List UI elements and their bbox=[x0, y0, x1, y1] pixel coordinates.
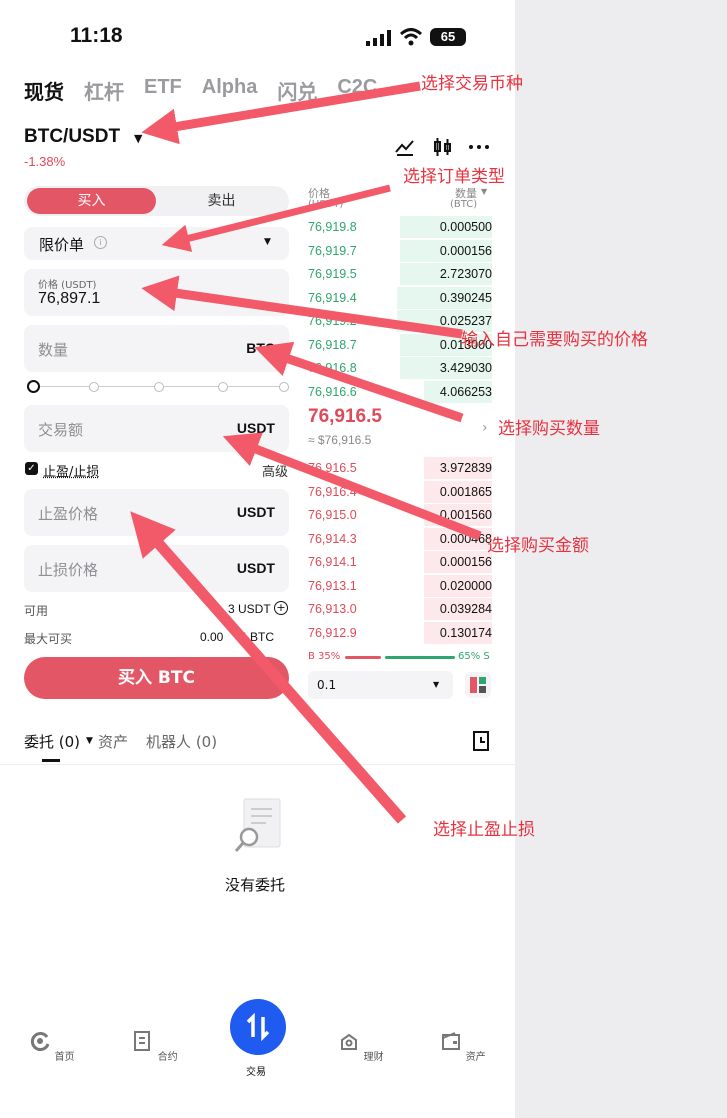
arrow-pair bbox=[141, 81, 421, 145]
annotation-price: 输入自己需要购买的价格 bbox=[461, 330, 648, 350]
annotation-tpsl: 选择止盈止损 bbox=[433, 820, 535, 840]
annotation-arrows bbox=[130, 81, 482, 824]
annotation-amount: 选择购买数量 bbox=[498, 419, 600, 439]
annotation-pair: 选择交易币种 bbox=[421, 74, 523, 94]
arrow-amount bbox=[254, 341, 464, 423]
arrow-order-type bbox=[161, 184, 391, 252]
annotation-order-type: 选择订单类型 bbox=[403, 167, 505, 187]
arrow-total bbox=[222, 432, 482, 541]
arrow-tpsl bbox=[130, 511, 407, 824]
annotation-total: 选择购买金额 bbox=[487, 536, 589, 556]
arrow-price bbox=[141, 275, 463, 339]
